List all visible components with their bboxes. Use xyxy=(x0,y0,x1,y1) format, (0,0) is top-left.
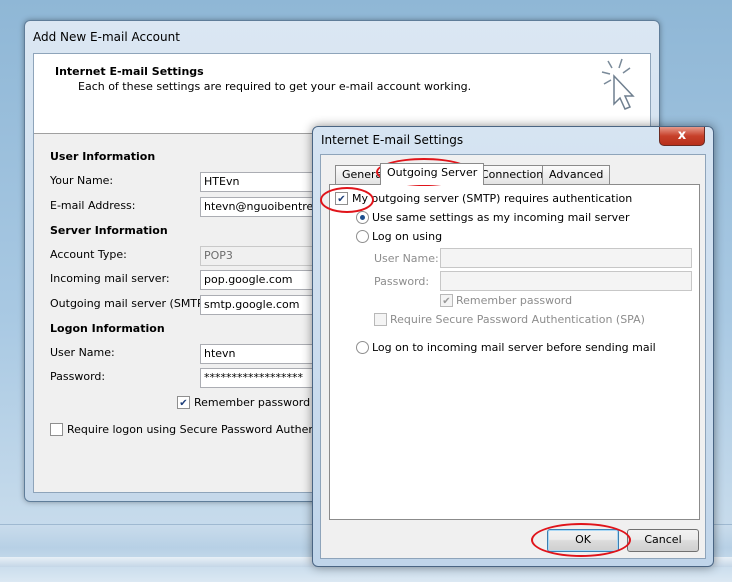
dialog-client-area: General Outgoing Server Connection Advan… xyxy=(320,154,706,559)
outgoing-server-input[interactable]: smtp.google.com xyxy=(200,295,320,315)
dialog-user-name-input[interactable] xyxy=(440,248,692,268)
incoming-server-label: Incoming mail server: xyxy=(50,272,170,285)
outgoing-server-panel: My outgoing server (SMTP) requires authe… xyxy=(329,184,700,520)
dialog-password-label: Password: xyxy=(374,275,430,288)
wizard-cursor-icon xyxy=(601,58,635,110)
logon-password-input[interactable]: ****************** xyxy=(200,368,320,388)
window-title: Add New E-mail Account xyxy=(33,30,180,44)
close-icon: x xyxy=(677,128,687,143)
logon-user-name-label: User Name: xyxy=(50,346,115,359)
incoming-server-input[interactable]: pop.google.com xyxy=(200,270,320,290)
email-address-input[interactable]: htevn@nguoibentre.com xyxy=(200,197,320,217)
tab-outgoing-server[interactable]: Outgoing Server xyxy=(380,163,485,185)
require-spa-checkbox[interactable] xyxy=(50,423,63,436)
log-on-incoming-label: Log on to incoming mail server before se… xyxy=(372,341,656,354)
outgoing-server-label: Outgoing mail server (SMTP): xyxy=(50,297,212,310)
smtp-auth-checkbox[interactable] xyxy=(335,192,348,205)
settings-header: Internet E-mail Settings Each of these s… xyxy=(34,54,650,134)
remember-password-checkbox[interactable] xyxy=(177,396,190,409)
tab-advanced[interactable]: Advanced xyxy=(542,165,611,184)
dialog-spa-checkbox[interactable] xyxy=(374,313,387,326)
dialog-remember-password-label: Remember password xyxy=(456,294,573,307)
smtp-auth-label: My outgoing server (SMTP) requires authe… xyxy=(352,192,633,205)
your-name-input[interactable]: HTEvn xyxy=(200,172,320,192)
remember-password-label: Remember password xyxy=(194,396,311,409)
dialog-spa-label: Require Secure Password Authentication (… xyxy=(390,313,645,326)
same-settings-label: Use same settings as my incoming mail se… xyxy=(372,211,630,224)
log-on-using-radio[interactable] xyxy=(356,230,369,243)
cancel-button[interactable]: Cancel xyxy=(627,529,699,552)
logon-info-title: Logon Information xyxy=(50,322,165,335)
logon-password-label: Password: xyxy=(50,370,106,383)
internet-email-settings-dialog: Internet E-mail Settings x General Outgo… xyxy=(312,126,714,567)
tab-connection[interactable]: Connection xyxy=(474,165,551,184)
your-name-label: Your Name: xyxy=(50,174,114,187)
log-on-incoming-radio[interactable] xyxy=(356,341,369,354)
server-info-title: Server Information xyxy=(50,224,168,237)
dialog-remember-password-checkbox[interactable] xyxy=(440,294,453,307)
user-info-title: User Information xyxy=(50,150,156,163)
dialog-password-input[interactable] xyxy=(440,271,692,291)
logon-user-name-input[interactable]: htevn xyxy=(200,344,320,364)
ok-button[interactable]: OK xyxy=(547,529,619,552)
dialog-title: Internet E-mail Settings xyxy=(321,133,464,147)
dialog-user-name-label: User Name: xyxy=(374,252,439,265)
require-spa-label: Require logon using Secure Password Auth… xyxy=(67,423,317,436)
close-button[interactable]: x xyxy=(659,127,705,146)
header-title: Internet E-mail Settings xyxy=(55,65,204,78)
same-settings-radio[interactable] xyxy=(356,211,369,224)
email-address-label: E-mail Address: xyxy=(50,199,136,212)
log-on-using-label: Log on using xyxy=(372,230,443,243)
account-type-label: Account Type: xyxy=(50,248,127,261)
header-subtitle: Each of these settings are required to g… xyxy=(78,80,472,93)
account-type-select[interactable]: POP3 xyxy=(200,246,320,266)
